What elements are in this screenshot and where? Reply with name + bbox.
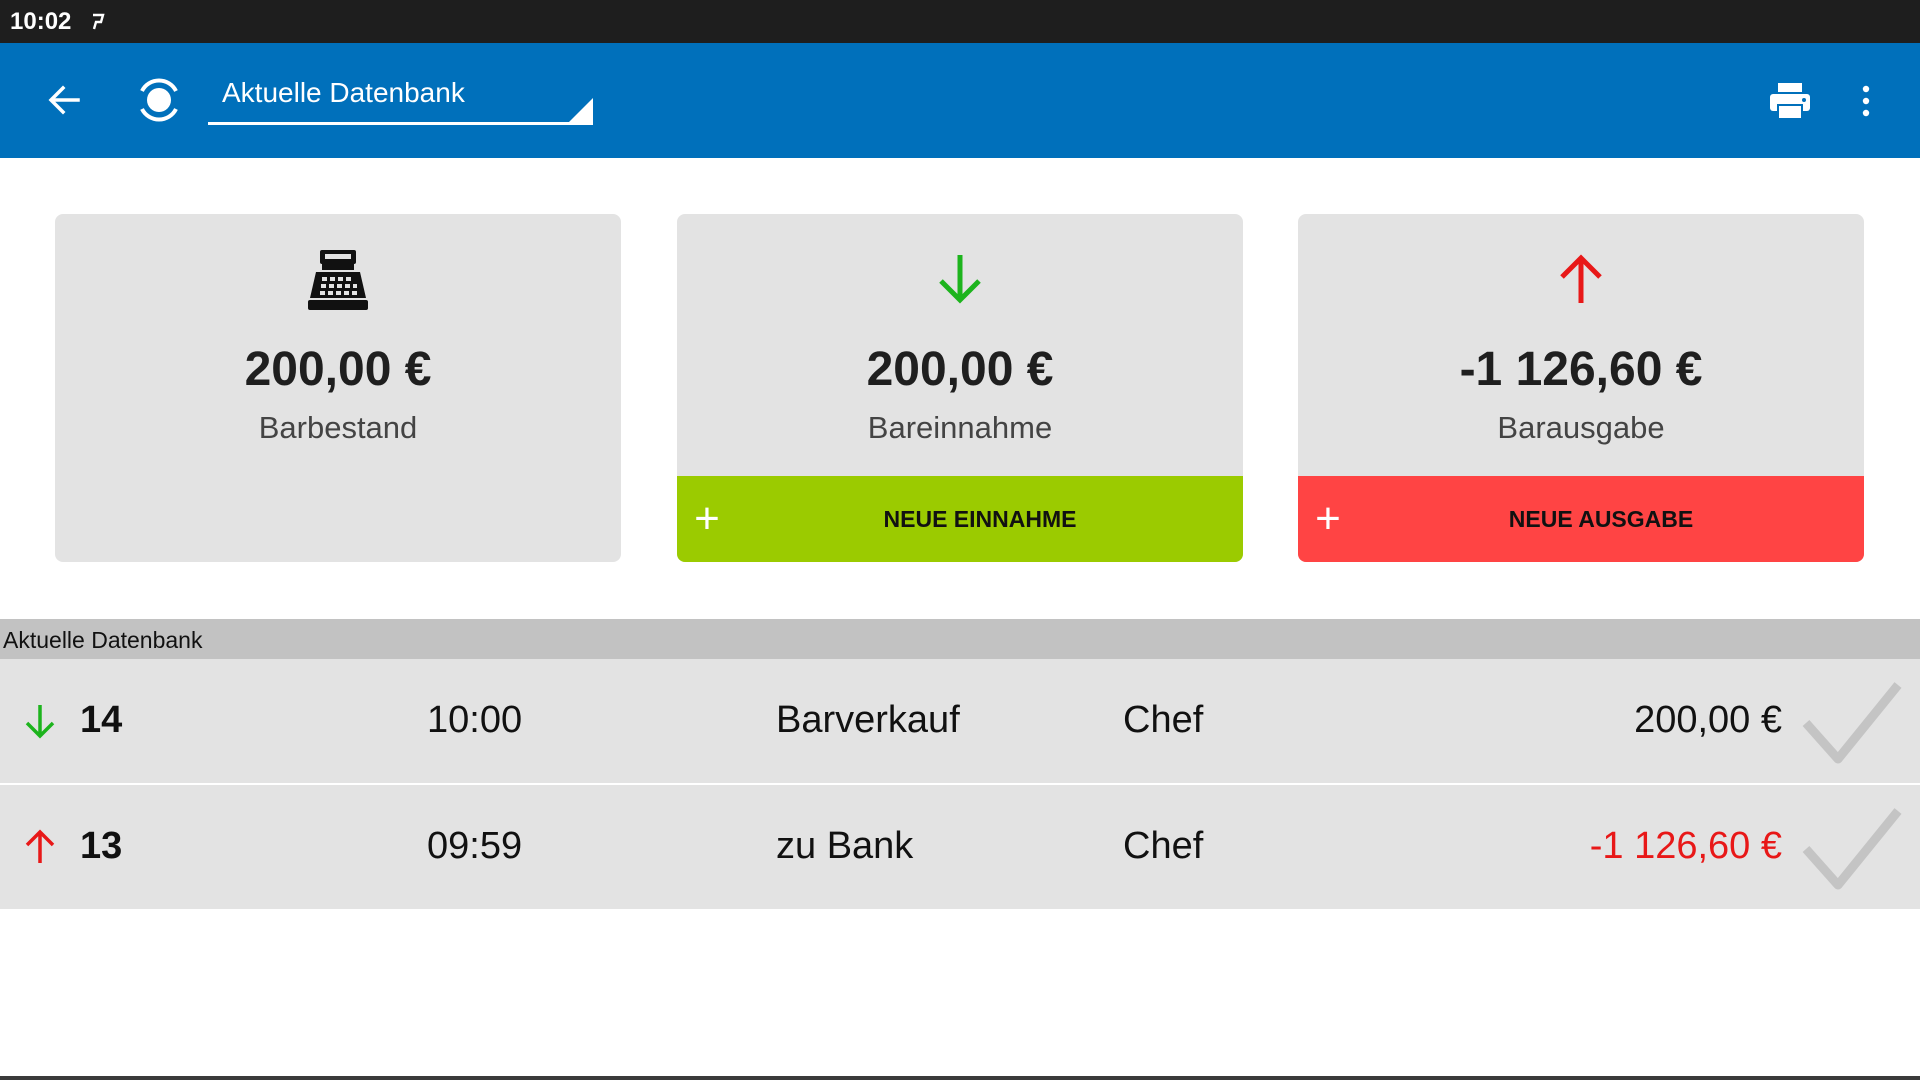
transaction-row[interactable]: 13 09:59 zu Bank Chef -1 126,60 €: [0, 785, 1920, 909]
cash-balance-label: Barbestand: [258, 410, 418, 445]
expense-arrow-icon: [25, 829, 55, 863]
checkmark-icon: [1802, 682, 1902, 764]
transaction-user: Chef: [1123, 699, 1204, 741]
transaction-amount: 200,00 €: [1634, 699, 1782, 741]
plus-icon: +: [1315, 494, 1341, 543]
transaction-row[interactable]: 14 10:00 Barverkauf Chef 200,00 €: [0, 659, 1920, 783]
cash-expense-label: Barausgabe: [1497, 410, 1665, 445]
print-icon[interactable]: [1768, 81, 1812, 121]
transaction-number: 14: [80, 699, 123, 741]
new-expense-label: NEUE AUSGABE: [1508, 505, 1694, 532]
status-time: 10:02: [10, 7, 72, 35]
new-expense-button[interactable]: + NEUE AUSGABE: [1298, 476, 1864, 562]
dropdown-corner-icon: [569, 98, 593, 122]
status-bar: 10:02: [0, 0, 1920, 43]
transaction-number: 13: [80, 825, 123, 867]
app-bar: Aktuelle Datenbank: [0, 43, 1920, 158]
transaction-time: 10:00: [427, 699, 523, 741]
cash-income-amount: 200,00 €: [866, 343, 1054, 396]
new-income-label: NEUE EINNAHME: [883, 505, 1077, 532]
more-options-icon[interactable]: [1854, 81, 1878, 121]
transaction-user: Chef: [1123, 825, 1204, 867]
new-income-button[interactable]: + NEUE EINNAHME: [677, 476, 1243, 562]
list-section-header: Aktuelle Datenbank: [0, 619, 1920, 659]
cash-balance-amount: 200,00 €: [244, 343, 432, 396]
cash-income-label: Bareinnahme: [867, 410, 1053, 445]
cash-register-icon: [308, 250, 368, 310]
income-arrow-icon: [25, 705, 55, 739]
cash-balance-card: 200,00 € Barbestand: [55, 214, 621, 562]
back-arrow-icon[interactable]: [44, 79, 86, 121]
arrow-down-icon: [939, 255, 981, 304]
app-logo-icon: [140, 78, 178, 122]
database-dropdown-label: Aktuelle Datenbank: [222, 77, 465, 108]
checkmark-icon: [1802, 808, 1902, 890]
cash-expense-amount: -1 126,60 €: [1459, 343, 1703, 396]
cash-income-card: 200,00 € Bareinnahme + NEUE EINNAHME: [677, 214, 1243, 562]
transaction-description: Barverkauf: [776, 699, 960, 741]
notification-icon: [93, 13, 105, 29]
transaction-description: zu Bank: [776, 825, 914, 867]
arrow-up-icon: [1560, 254, 1602, 303]
plus-icon: +: [694, 494, 720, 543]
transaction-time: 09:59: [427, 825, 523, 867]
cash-expense-card: -1 126,60 € Barausgabe + NEUE AUSGABE: [1298, 214, 1864, 562]
transaction-amount: -1 126,60 €: [1589, 825, 1782, 867]
bottom-divider: [0, 1076, 1920, 1080]
database-dropdown[interactable]: Aktuelle Datenbank: [208, 65, 593, 125]
